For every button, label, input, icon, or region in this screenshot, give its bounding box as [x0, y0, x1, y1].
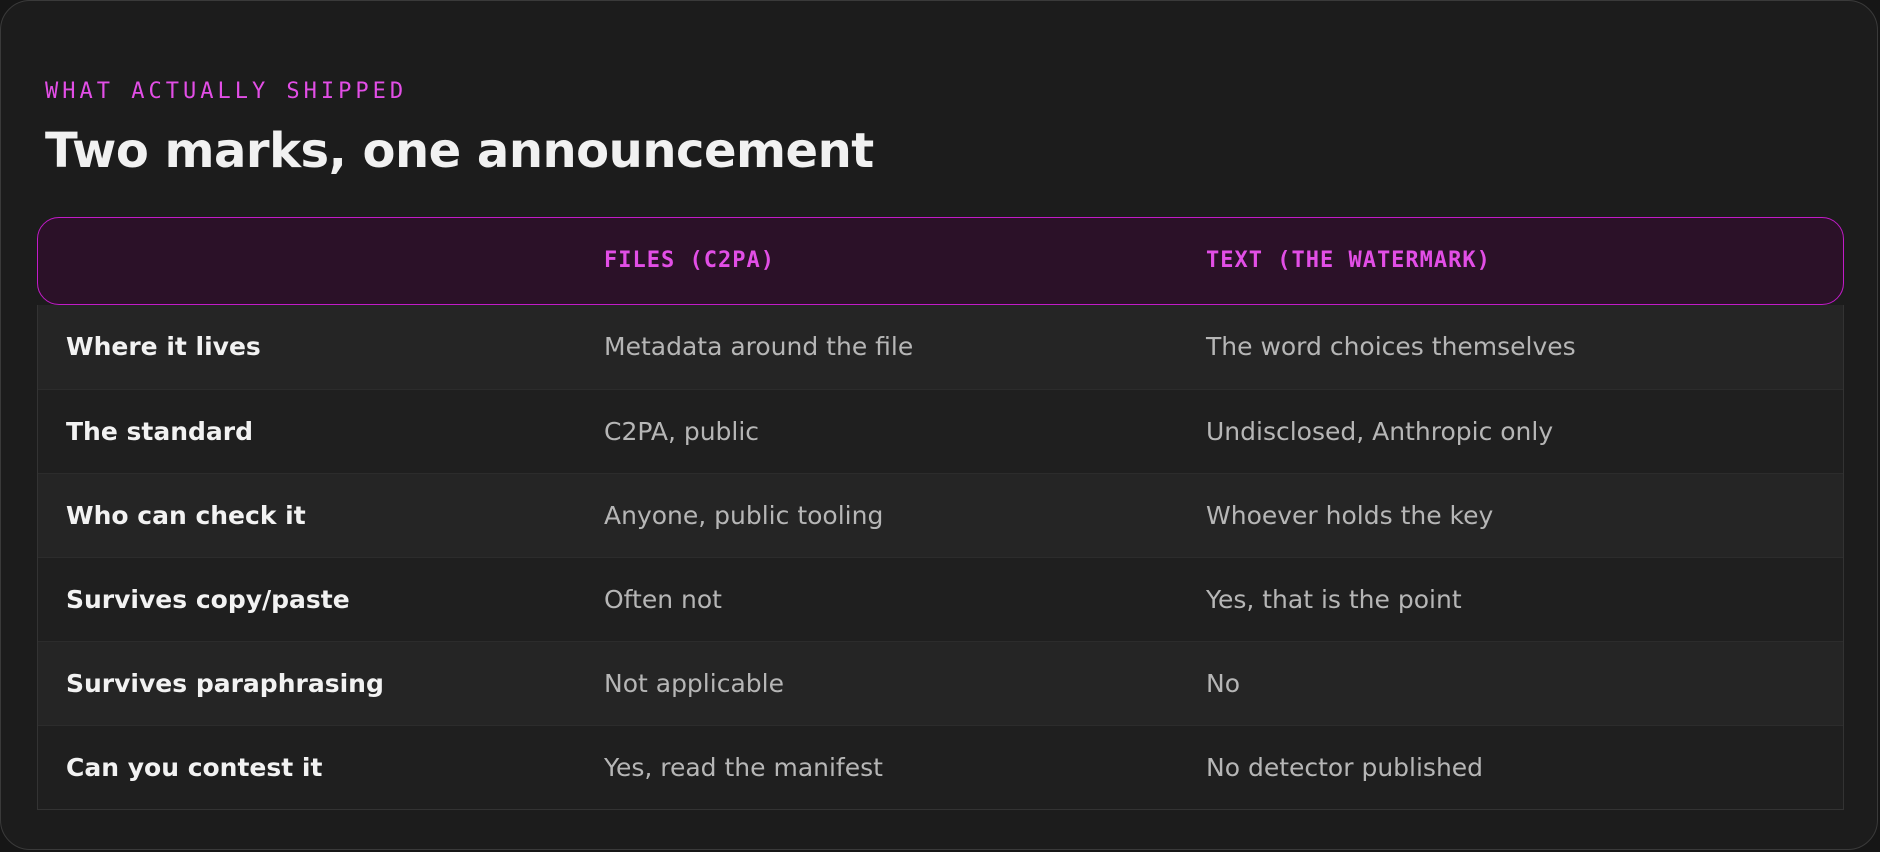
- section-eyebrow: WHAT ACTUALLY SHIPPED: [45, 79, 408, 104]
- files-cell: Metadata around the file: [604, 332, 914, 361]
- table-row: The standard C2PA, public Undisclosed, A…: [38, 389, 1843, 473]
- table-header: FILES (C2PA) TEXT (THE WATERMARK): [37, 217, 1844, 305]
- comparison-card: WHAT ACTUALLY SHIPPED Two marks, one ann…: [0, 0, 1878, 850]
- section-title: Two marks, one announcement: [45, 123, 874, 179]
- row-label: Survives copy/paste: [66, 585, 350, 614]
- row-label: Where it lives: [66, 332, 261, 361]
- files-cell: Yes, read the manifest: [604, 753, 883, 782]
- table-row: Can you contest it Yes, read the manifes…: [38, 725, 1843, 809]
- text-cell: No: [1206, 669, 1240, 698]
- files-cell: Not applicable: [604, 669, 784, 698]
- header-text-watermark: TEXT (THE WATERMARK): [1206, 248, 1491, 273]
- header-files-c2pa: FILES (C2PA): [604, 248, 775, 273]
- text-cell: Undisclosed, Anthropic only: [1206, 417, 1554, 446]
- text-cell: Yes, that is the point: [1206, 585, 1462, 614]
- row-label: Who can check it: [66, 501, 306, 530]
- table-row: Who can check it Anyone, public tooling …: [38, 473, 1843, 557]
- table-row: Survives paraphrasing Not applicable No: [38, 641, 1843, 725]
- comparison-table: FILES (C2PA) TEXT (THE WATERMARK) Where …: [37, 217, 1844, 810]
- files-cell: C2PA, public: [604, 417, 760, 446]
- text-cell: No detector published: [1206, 753, 1484, 782]
- text-cell: Whoever holds the key: [1206, 501, 1494, 530]
- table-body: Where it lives Metadata around the file …: [37, 305, 1844, 810]
- files-cell: Often not: [604, 585, 722, 614]
- table-row: Where it lives Metadata around the file …: [38, 305, 1843, 389]
- text-cell: The word choices themselves: [1206, 332, 1576, 361]
- row-label: The standard: [66, 417, 253, 446]
- files-cell: Anyone, public tooling: [604, 501, 884, 530]
- row-label: Can you contest it: [66, 753, 323, 782]
- table-row: Survives copy/paste Often not Yes, that …: [38, 557, 1843, 641]
- row-label: Survives paraphrasing: [66, 669, 384, 698]
